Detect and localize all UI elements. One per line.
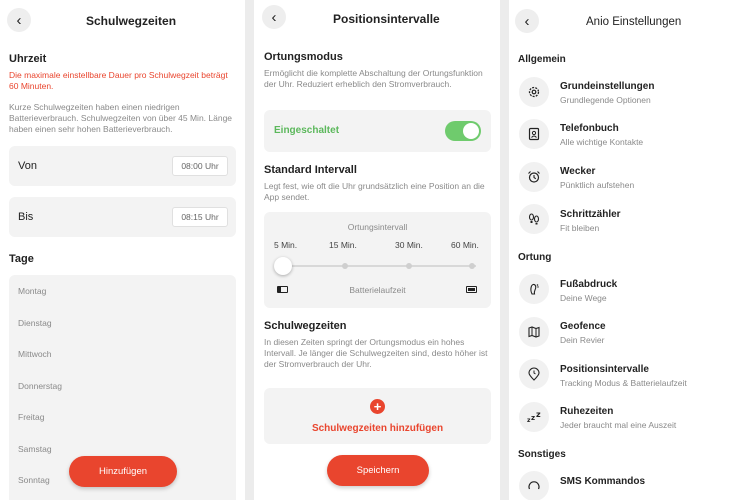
gear-icon [519, 77, 549, 107]
settings-item-sub: Pünktlich aufstehen [560, 180, 635, 190]
sms-icon [519, 471, 549, 500]
add-icon: + [370, 399, 385, 414]
settings-item-title[interactable]: Fußabdruck [560, 279, 617, 290]
slider-stop[interactable] [469, 263, 475, 269]
settings-item-title[interactable]: Telefonbuch [560, 123, 619, 134]
standard-interval-desc: Legt fest, wie oft die Uhr grundsätzlich… [264, 181, 485, 202]
to-label: Bis [18, 211, 34, 223]
max-duration-warning: Die maximale einstellbare Dauer pro Schu… [9, 70, 228, 91]
sleep-icon: zzz [519, 402, 549, 432]
school-times-desc: In diesen Zeiten springt der Ortungsmodu… [264, 337, 488, 369]
settings-screen: ‹ Anio Einstellungen Allgemein Grundeins… [509, 0, 750, 500]
days-heading: Tage [9, 253, 34, 265]
settings-item-sub: Jeder braucht mal eine Auszeit [560, 420, 677, 430]
from-label: Von [18, 160, 37, 172]
standard-interval-heading: Standard Intervall [264, 164, 357, 176]
to-time-row[interactable]: Bis 08:15 Uhr [9, 197, 236, 237]
add-button[interactable]: Hinzufügen [69, 456, 177, 487]
clock-location-icon [519, 359, 549, 389]
settings-item-sub: Deine Wege [560, 293, 607, 303]
day-item[interactable]: Freitag [18, 412, 44, 422]
from-time-row[interactable]: Von 08:00 Uhr [9, 146, 236, 186]
slider-label: Ortungsintervall [347, 222, 408, 232]
settings-item-title[interactable]: Wecker [560, 166, 595, 177]
slider-stop[interactable] [342, 263, 348, 269]
day-item[interactable]: Dienstag [18, 318, 52, 328]
day-item[interactable]: Mittwoch [18, 349, 52, 359]
tick-label: 60 Min. [451, 240, 479, 250]
tick-label: 15 Min. [329, 240, 357, 250]
alarm-icon [519, 162, 549, 192]
settings-item-title[interactable]: SMS Kommandos [560, 476, 645, 487]
tracking-mode-heading: Ortungsmodus [264, 51, 343, 63]
settings-item-title[interactable]: Grundeinstellungen [560, 81, 654, 92]
settings-item-title[interactable]: Geofence [560, 321, 606, 332]
back-button[interactable]: ‹ [262, 5, 286, 29]
slider-thumb[interactable] [274, 257, 292, 275]
page-title: Anio Einstellungen [586, 16, 682, 28]
settings-item-title[interactable]: Positionsintervalle [560, 364, 649, 375]
battery-full-icon [466, 286, 477, 293]
add-school-times-card[interactable]: + Schulwegzeiten hinzufügen [264, 388, 491, 444]
footprint-icon [519, 274, 549, 304]
back-arrow-icon: ‹ [524, 12, 530, 30]
svg-text:z: z [536, 410, 541, 419]
tracking-toggle[interactable] [445, 121, 481, 141]
tracking-mode-desc: Ermöglicht die komplette Abschaltung der… [264, 68, 483, 89]
settings-item-sub: Fit bleiben [560, 223, 600, 233]
battery-label: Batterielaufzeit [349, 285, 406, 295]
interval-slider-card: Ortungsintervall 5 Min. 15 Min. 30 Min. … [264, 212, 491, 308]
page-title: Schulwegzeiten [86, 14, 177, 28]
from-time-field[interactable]: 08:00 Uhr [172, 156, 228, 176]
day-item[interactable]: Samstag [18, 444, 52, 454]
settings-item-title[interactable]: Ruhezeiten [560, 406, 613, 417]
add-school-times-label: Schulwegzeiten hinzufügen [311, 423, 444, 434]
tracking-mode-row: Eingeschaltet [264, 110, 491, 152]
to-time-field[interactable]: 08:15 Uhr [172, 207, 228, 227]
position-intervals-screen: ‹ Positionsintervalle Ortungsmodus Ermög… [254, 0, 500, 500]
school-times-heading: Schulwegzeiten [264, 320, 347, 332]
footsteps-icon [519, 204, 549, 234]
tick-label: 5 Min. [274, 240, 298, 250]
back-button[interactable]: ‹ [515, 9, 539, 33]
school-times-screen: ‹ Schulwegzeiten Uhrzeit Die maximale ei… [0, 0, 245, 500]
back-button[interactable]: ‹ [7, 8, 31, 32]
page-title: Positionsintervalle [333, 12, 440, 26]
section-other: Sonstiges [518, 449, 566, 460]
settings-item-sub: Dein Revier [560, 335, 605, 345]
slider-stop[interactable] [406, 263, 412, 269]
tracking-status-label: Eingeschaltet [274, 125, 340, 136]
contacts-icon [519, 119, 549, 149]
slider-track[interactable] [283, 265, 476, 267]
settings-item-sub: Tracking Modus & Batterielaufzeit [560, 378, 687, 388]
section-location: Ortung [518, 252, 552, 263]
back-arrow-icon: ‹ [16, 11, 22, 29]
tick-label: 30 Min. [395, 240, 423, 250]
day-item[interactable]: Sonntag [18, 475, 50, 485]
settings-item-title[interactable]: Schrittzähler [560, 209, 621, 220]
battery-info-text: Kurze Schulwegzeiten haben einen niedrig… [9, 102, 233, 134]
back-arrow-icon: ‹ [271, 8, 277, 26]
settings-item-sub: Alle wichtige Kontakte [560, 137, 644, 147]
settings-item-sub: Grundlegende Optionen [560, 95, 651, 105]
day-item[interactable]: Montag [18, 286, 46, 296]
svg-text:z: z [531, 414, 535, 422]
save-button[interactable]: Speichern [327, 455, 429, 486]
uhrzeit-heading: Uhrzeit [9, 53, 47, 65]
map-icon [519, 317, 549, 347]
section-general: Allgemein [518, 54, 566, 65]
day-item[interactable]: Donnerstag [18, 381, 62, 391]
